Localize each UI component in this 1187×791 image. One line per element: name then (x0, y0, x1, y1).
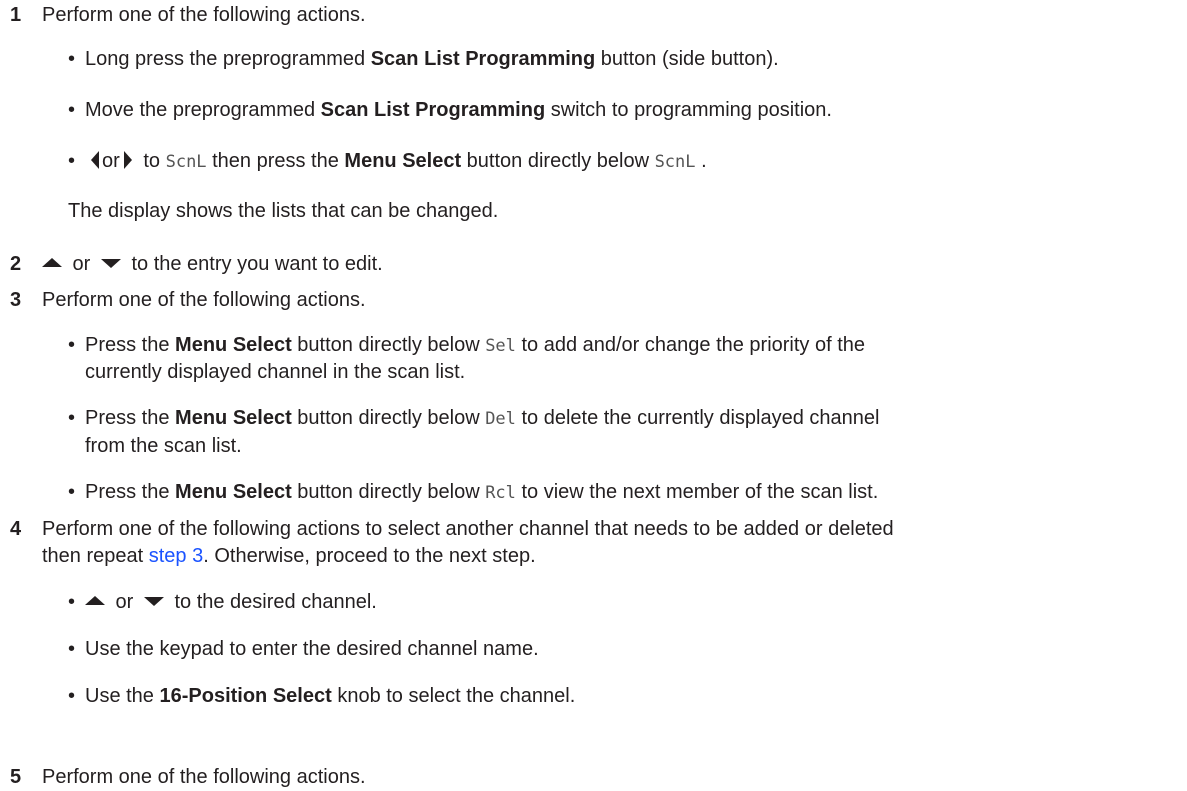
document-page: 1 Perform one of the following actions. … (0, 0, 1187, 791)
display-code: Sel (485, 336, 516, 356)
bullet-text: to (137, 150, 166, 172)
bullet-text: Press the (85, 407, 176, 429)
bullet-text: Move the preprogrammed (85, 99, 321, 121)
bullet-text: button directly below (291, 334, 486, 356)
right-arrow-icon (123, 150, 132, 169)
bullet-text: Press the (85, 334, 176, 356)
bullet-text: switch to programming position. (545, 99, 832, 121)
up-arrow-icon (42, 258, 62, 268)
bold-term: Menu Select (175, 481, 292, 503)
step-text: Perform one of the following actions to … (42, 518, 894, 540)
step-text: . Otherwise, proceed to the next step. (203, 545, 536, 567)
bullet-text: to the desired channel. (168, 591, 377, 613)
step-text: to the entry you want to edit. (125, 253, 383, 275)
step-number: 4 (10, 518, 22, 540)
note-text: The display shows the lists that can be … (68, 200, 499, 222)
display-code: Rcl (485, 483, 516, 503)
bullet-marker: • (68, 481, 76, 503)
up-arrow-icon (85, 596, 105, 606)
step-3-link[interactable]: step 3 (149, 545, 203, 567)
down-arrow-icon (143, 597, 164, 607)
bullet-text: . (695, 150, 707, 172)
bullet-text: button directly below (291, 481, 486, 503)
down-arrow-icon (100, 259, 121, 269)
bullet-marker: • (68, 685, 76, 707)
or-text: or (102, 150, 120, 172)
bullet-text: from the scan list. (85, 435, 242, 457)
bullet-marker: • (68, 334, 76, 356)
step-text: Perform one of the following actions. (42, 289, 366, 311)
or-text: or (67, 253, 96, 275)
bold-term: Menu Select (344, 150, 462, 172)
bullet-text: button (side button). (595, 48, 779, 70)
step-number: 2 (10, 253, 22, 275)
bullet-marker: • (68, 638, 76, 660)
bold-term: Menu Select (175, 334, 292, 356)
bullet-text: button directly below (461, 150, 655, 172)
bold-term: 16-Position Select (159, 685, 332, 707)
step-number: 1 (10, 4, 22, 26)
bullet-text: currently displayed channel in the scan … (85, 361, 466, 383)
display-code: ScnL (165, 152, 207, 172)
display-code: Del (485, 409, 516, 429)
or-text: or (110, 591, 139, 613)
bullet-marker: • (68, 48, 76, 70)
bold-term: Scan List Programming (320, 99, 546, 121)
bullet-marker: • (68, 99, 76, 121)
bullet-text: to add and/or change the priority of the (515, 334, 866, 356)
bullet-marker: • (68, 407, 76, 429)
bold-term: Menu Select (175, 407, 292, 429)
bullet-text: knob to select the channel. (331, 685, 576, 707)
bullet-marker: • (68, 591, 76, 613)
bold-term: Scan List Programming (370, 48, 596, 70)
bullet-text: then press the (206, 150, 345, 172)
bullet-text: Use the (85, 685, 160, 707)
bullet-text: to view the next member of the scan list… (515, 481, 879, 503)
step-number: 5 (10, 766, 22, 788)
step-number: 3 (10, 289, 22, 311)
bullet-text: Use the keypad to enter the desired chan… (85, 638, 539, 660)
bullet-text: to delete the currently displayed channe… (515, 407, 880, 429)
left-arrow-icon (91, 150, 99, 169)
step-text: Perform one of the following actions. (42, 766, 366, 788)
bullet-marker: • (68, 150, 76, 172)
step-text: then repeat (42, 545, 149, 567)
bullet-text: Press the (85, 481, 176, 503)
step-text: Perform one of the following actions. (42, 4, 366, 26)
bullet-text: Long press the preprogrammed (85, 48, 371, 70)
bullet-text: button directly below (291, 407, 486, 429)
display-code: ScnL (654, 152, 696, 172)
